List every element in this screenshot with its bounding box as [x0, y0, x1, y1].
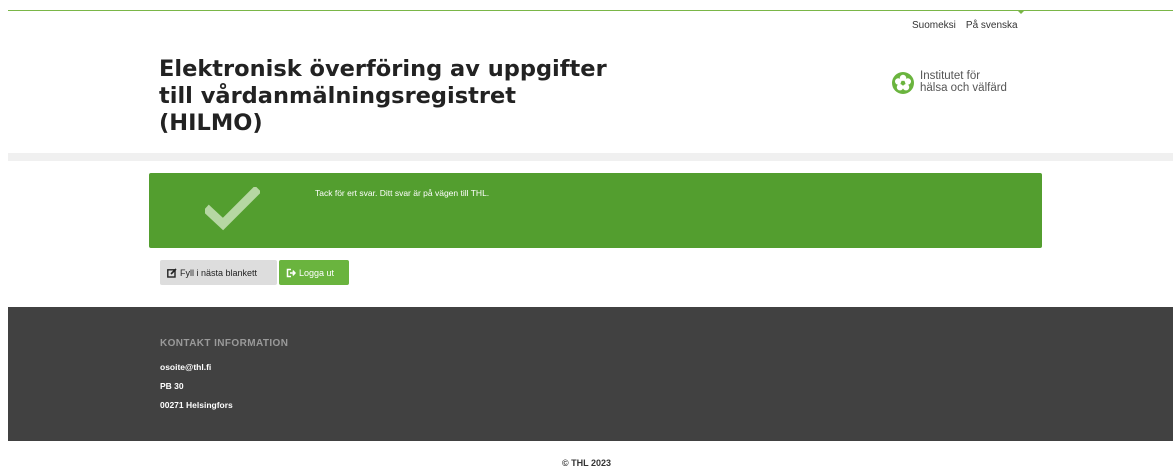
header-separator [8, 153, 1173, 161]
page: Suomeksi På svenska Elektronisk överföri… [0, 0, 1173, 466]
language-switcher: Suomeksi På svenska [912, 20, 1018, 31]
logout-button[interactable]: Logga ut [279, 260, 349, 285]
language-link-swedish[interactable]: På svenska [966, 20, 1018, 31]
footer-po-box: PB 30 [160, 381, 184, 391]
footer: KONTAKT INFORMATION osoite@thl.fi PB 30 … [8, 307, 1173, 441]
fill-next-form-button[interactable]: Fyll i nästa blankett [160, 260, 277, 285]
logout-label: Logga ut [299, 267, 335, 278]
flower-logo-icon [892, 71, 914, 94]
language-link-finnish[interactable]: Suomeksi [912, 20, 956, 31]
checkmark-icon [205, 187, 260, 231]
footer-email[interactable]: osoite@thl.fi [160, 362, 211, 372]
logo-line-1: Institutet för [920, 70, 981, 82]
active-language-caret-icon [1017, 10, 1025, 14]
footer-heading: KONTAKT INFORMATION [160, 338, 289, 349]
success-alert: Tack för ert svar. Ditt svar är på vägen… [149, 173, 1042, 248]
thl-logo[interactable]: Institutet för hälsa och välfärd [892, 70, 1007, 94]
fill-next-form-label: Fyll i nästa blankett [180, 267, 258, 278]
copyright: © THL 2023 [562, 458, 611, 466]
success-message: Tack för ert svar. Ditt svar är på vägen… [315, 188, 490, 198]
logo-line-2: hälsa och välfärd [920, 81, 1007, 94]
page-title: Elektronisk överföring av uppgifter till… [159, 56, 607, 136]
footer-postal: 00271 Helsingfors [160, 400, 233, 410]
logout-icon [286, 268, 296, 277]
edit-icon [167, 267, 177, 278]
top-divider [8, 10, 1173, 11]
logo-text: Institutet för hälsa och välfärd [920, 70, 1007, 94]
